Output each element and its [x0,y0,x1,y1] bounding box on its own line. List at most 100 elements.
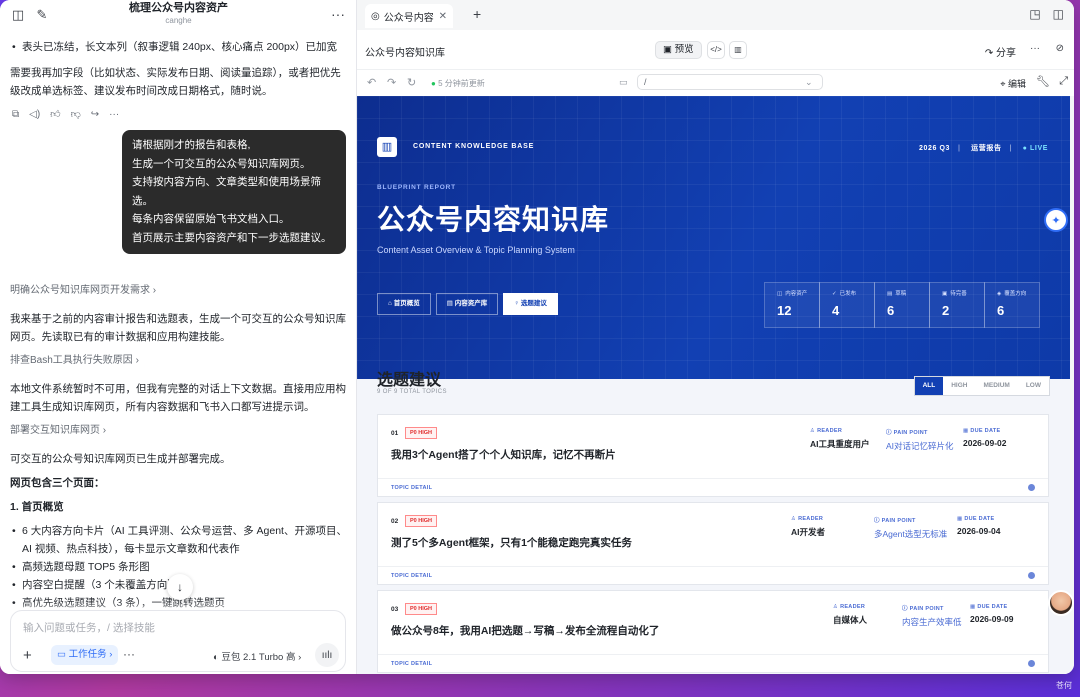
scroll-down-arrow-icon[interactable]: ↓ [167,574,193,600]
page-subtitle: Content Asset Overview & Topic Planning … [377,245,575,255]
brand-name: CONTENT KNOWLEDGE BASE [413,143,535,150]
stat-card: ▤ 草稿 6 [874,282,930,328]
tab-asset-library[interactable]: ▤ 内容资产库 [435,293,499,315]
message-actions: ⧉ ◁) 👍︎ 👎︎ ↪ ··· [12,106,348,124]
composer-more-icon[interactable]: ··· [123,647,135,661]
priority-badge: P0 HIGH [405,515,438,527]
topic-card[interactable]: 01 P0 HIGH 我用3个Agent搭了个个人知识库，记忆不再断片 ♙ RE… [377,414,1049,497]
avatar[interactable] [1048,590,1074,616]
assistant-heading: 网页包含三个页面： [10,476,105,489]
copy-icon[interactable]: ⧉ [12,106,19,124]
thumbs-down-icon[interactable]: 👎︎ [71,106,81,124]
expand-dot-icon[interactable] [1028,660,1035,667]
stat-card: ▣ 待完善 2 [929,282,985,328]
due-date-field: ▦ DUE DATE 2026-09-02 [963,428,1007,448]
wrench-icon[interactable]: 🔧︎ [1036,75,1050,88]
assistant-heading: 1. 首页概览 [10,500,64,513]
doc-icon: ▤ [887,291,893,297]
clipboard-icon: ▣ [942,291,948,297]
work-task-button[interactable]: ▭ 工作任务 › [51,645,119,665]
voice-input-icon[interactable]: ıılı [315,643,339,667]
topic-title[interactable]: 测了5个多Agent框架，只有1个能稳定跑完真实任务 [391,535,632,550]
assistant-paragraph: 可交互的公众号知识库网页已生成并部署完成。 [10,452,231,465]
user-icon: ♙ [810,428,818,434]
filter-low[interactable]: LOW [1018,377,1049,395]
topic-detail-bar[interactable]: TOPIC DETAIL [378,478,1048,496]
edit-button[interactable]: ⌖ 编辑 [1000,77,1026,90]
process-step[interactable]: 明确公众号知识库网页开发需求 › [10,282,348,300]
share-icon[interactable]: ↪ [91,106,99,124]
collapse-icon[interactable]: ◳ [1029,7,1040,21]
more-icon[interactable]: ··· [1030,43,1040,54]
expand-dot-icon[interactable] [1028,484,1035,491]
back-icon[interactable]: ↶ [367,76,376,89]
reader-field: ♙ READER AI工具重度用户 [810,428,870,449]
compass-icon[interactable]: ⊘ [1056,43,1064,54]
info-icon: ⓘ [874,518,882,524]
chat-title[interactable]: 梳理公众号内容资产 [0,2,356,14]
tab-bar: ◎ 公众号内容 ✕ + ◳ ◫ [357,0,1074,30]
due-date-field: ▦ DUE DATE 2026-09-09 [970,604,1014,624]
process-step[interactable]: 部署交互知识库网页 › [10,422,348,440]
tab-overview[interactable]: ⌂ 首页概览 [377,293,431,315]
share-button[interactable]: ↷ 分享 [985,44,1016,59]
hero-banner: ▥ CONTENT KNOWLEDGE BASE 2026 Q3 | 运营报告 | … [357,96,1070,379]
update-status: ● 5 分钟前更新 [431,79,485,88]
code-view-icon[interactable]: </> [707,41,725,59]
new-tab-icon[interactable]: + [473,6,481,22]
list-item: • 高频选题母题 TOP5 条形图 [12,560,150,573]
address-bar: ↶ ↷ ↻ ● 5 分钟前更新 ▭ / ⌄ ⌖ 编辑 🔧︎ ⤢ [357,70,1074,96]
doc-icon: ▤ [446,300,455,307]
chat-composer[interactable]: 输入问题或任务，/ 选择技能 + ▭ 工作任务 › ··· ◐ 豆包 2.1 T… [10,610,346,672]
chat-pane: ◫ ✎ 梳理公众号内容资产 canghe ··· • 表头已冻结，长文本列（叙事逻… [0,0,357,674]
live-badge: ● LIVE [1022,145,1048,152]
laptop-icon: ▭ [57,649,69,660]
chart-view-icon[interactable]: ▥ [729,41,747,59]
filter-all[interactable]: ALL [914,377,944,395]
expand-dot-icon[interactable] [1028,572,1035,579]
topic-detail-bar[interactable]: TOPIC DETAIL [378,566,1048,584]
split-view-icon[interactable]: ◫ [1053,7,1064,21]
composer-input[interactable]: 输入问题或任务，/ 选择技能 [23,620,155,635]
close-icon[interactable]: ✕ [439,11,447,22]
check-icon: ✓ [832,291,837,297]
model-selector[interactable]: ◐ 豆包 2.1 Turbo 高 › [213,649,301,663]
thumbs-up-icon[interactable]: 👍︎ [50,106,60,124]
forward-icon[interactable]: ↷ [387,76,396,89]
assistant-float-icon[interactable]: ✦ [1044,208,1068,232]
tab-knowledge-base[interactable]: ◎ 公众号内容 ✕ [365,4,453,28]
chat-more-icon[interactable]: ··· [331,6,345,22]
more-icon[interactable]: ··· [109,106,119,124]
preview-button[interactable]: ▣ 预览 [655,41,702,59]
reader-field: ♙ READER 自媒体人 [833,604,868,625]
pain-point-field: ⓘ PAIN POINT AI对话记忆碎片化 [886,430,954,451]
topic-card[interactable]: 03 P0 HIGH 做公众号8年，我用AI把选题→写稿→发布全流程自动化了 ♙… [377,590,1049,673]
topic-detail-bar[interactable]: TOPIC DETAIL [378,654,1048,672]
priority-filter: ALL HIGH MEDIUM LOW [913,376,1050,396]
device-icon[interactable]: ▭ [619,77,628,88]
reload-icon[interactable]: ↻ [407,76,416,89]
topic-title[interactable]: 做公众号8年，我用AI把选题→写稿→发布全流程自动化了 [391,623,659,638]
preview-toolbar: 公众号内容知识库 ▣ 预览 </> ▥ ↷ 分享 ··· ⊘ [357,30,1074,70]
url-field[interactable]: / [637,74,823,90]
user-icon: ♙ [833,604,841,610]
topic-card[interactable]: 02 P0 HIGH 测了5个多Agent框架，只有1个能稳定跑完真实任务 ♙ … [377,502,1049,585]
cursor-icon: ⌖ [1000,79,1008,89]
section-count: 9 OF 9 TOTAL TOPICS [377,389,447,395]
database-icon: ◫ [777,291,783,297]
layers-icon: ◈ [997,291,1002,297]
chevron-down-icon[interactable]: ⌄ [805,77,813,88]
speaker-icon[interactable]: ◁) [29,106,40,124]
stat-card: ◈ 覆盖方向 6 [984,282,1040,328]
expand-icon[interactable]: ⤢ [1059,75,1068,88]
process-step[interactable]: 排查Bash工具执行失败原因 › [10,352,348,370]
stat-card: ◫ 内容资产 12 [764,282,820,328]
filter-medium[interactable]: MEDIUM [975,377,1017,395]
hero-kicker: BLUEPRINT REPORT [377,184,456,191]
filter-high[interactable]: HIGH [943,377,975,395]
priority-badge: P0 HIGH [405,603,438,615]
topic-title[interactable]: 我用3个Agent搭了个个人知识库，记忆不再断片 [391,447,616,462]
add-attachment-icon[interactable]: + [23,647,32,664]
page-name: 公众号内容知识库 [365,48,445,59]
tab-topic-suggestions[interactable]: ♀ 选题建议 [503,293,558,315]
